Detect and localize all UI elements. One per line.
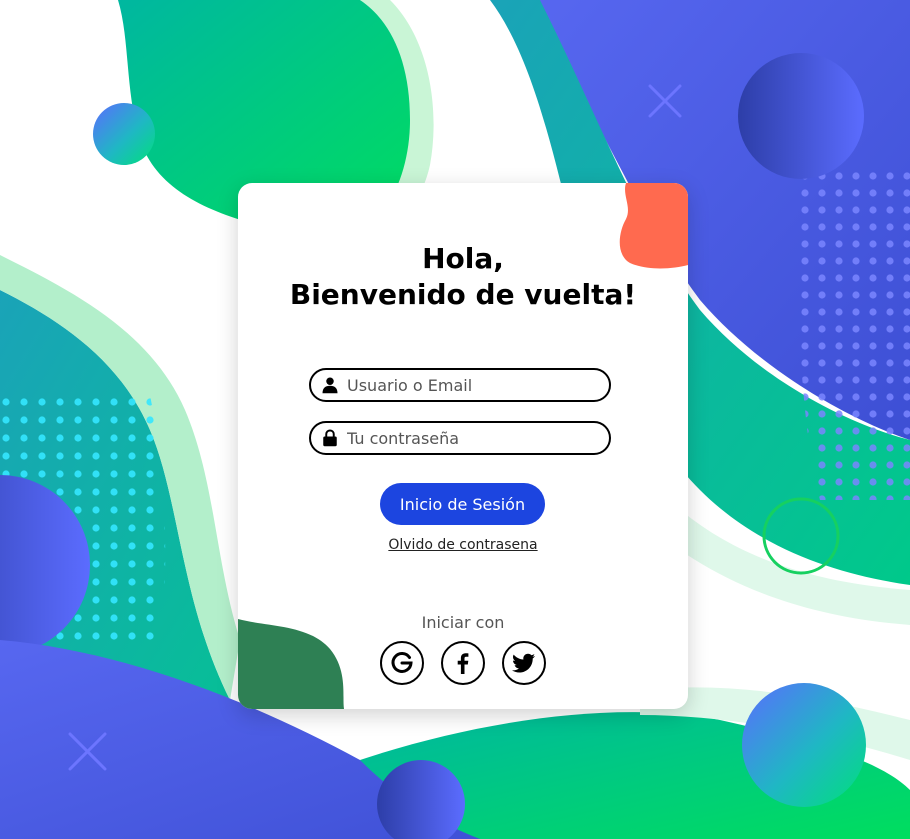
greeting-line-2: Bienvenido de vuelta! [289,278,637,311]
password-field[interactable] [309,421,611,455]
forgot-password-link[interactable]: Olvido de contrasena [238,537,688,553]
login-button[interactable]: Inicio de Sesión [380,483,545,525]
greeting-line-1: Hola, [422,242,504,275]
login-card: Hola, Bienvenido de vuelta! Inicio de Se… [238,183,688,709]
welcome-heading: Hola, Bienvenido de vuelta! [238,241,688,313]
lock-icon [323,429,337,447]
username-field[interactable] [309,368,611,402]
facebook-login-button[interactable] [441,641,485,685]
facebook-icon [457,653,469,674]
twitter-login-button[interactable] [502,641,546,685]
social-login-title: Iniciar con [421,613,505,632]
twitter-icon [512,653,535,673]
google-icon [391,652,413,673]
social-login-buttons [380,641,546,689]
username-input[interactable] [347,375,587,395]
google-login-button[interactable] [380,641,424,685]
password-input[interactable] [347,428,587,448]
user-icon [322,377,338,394]
